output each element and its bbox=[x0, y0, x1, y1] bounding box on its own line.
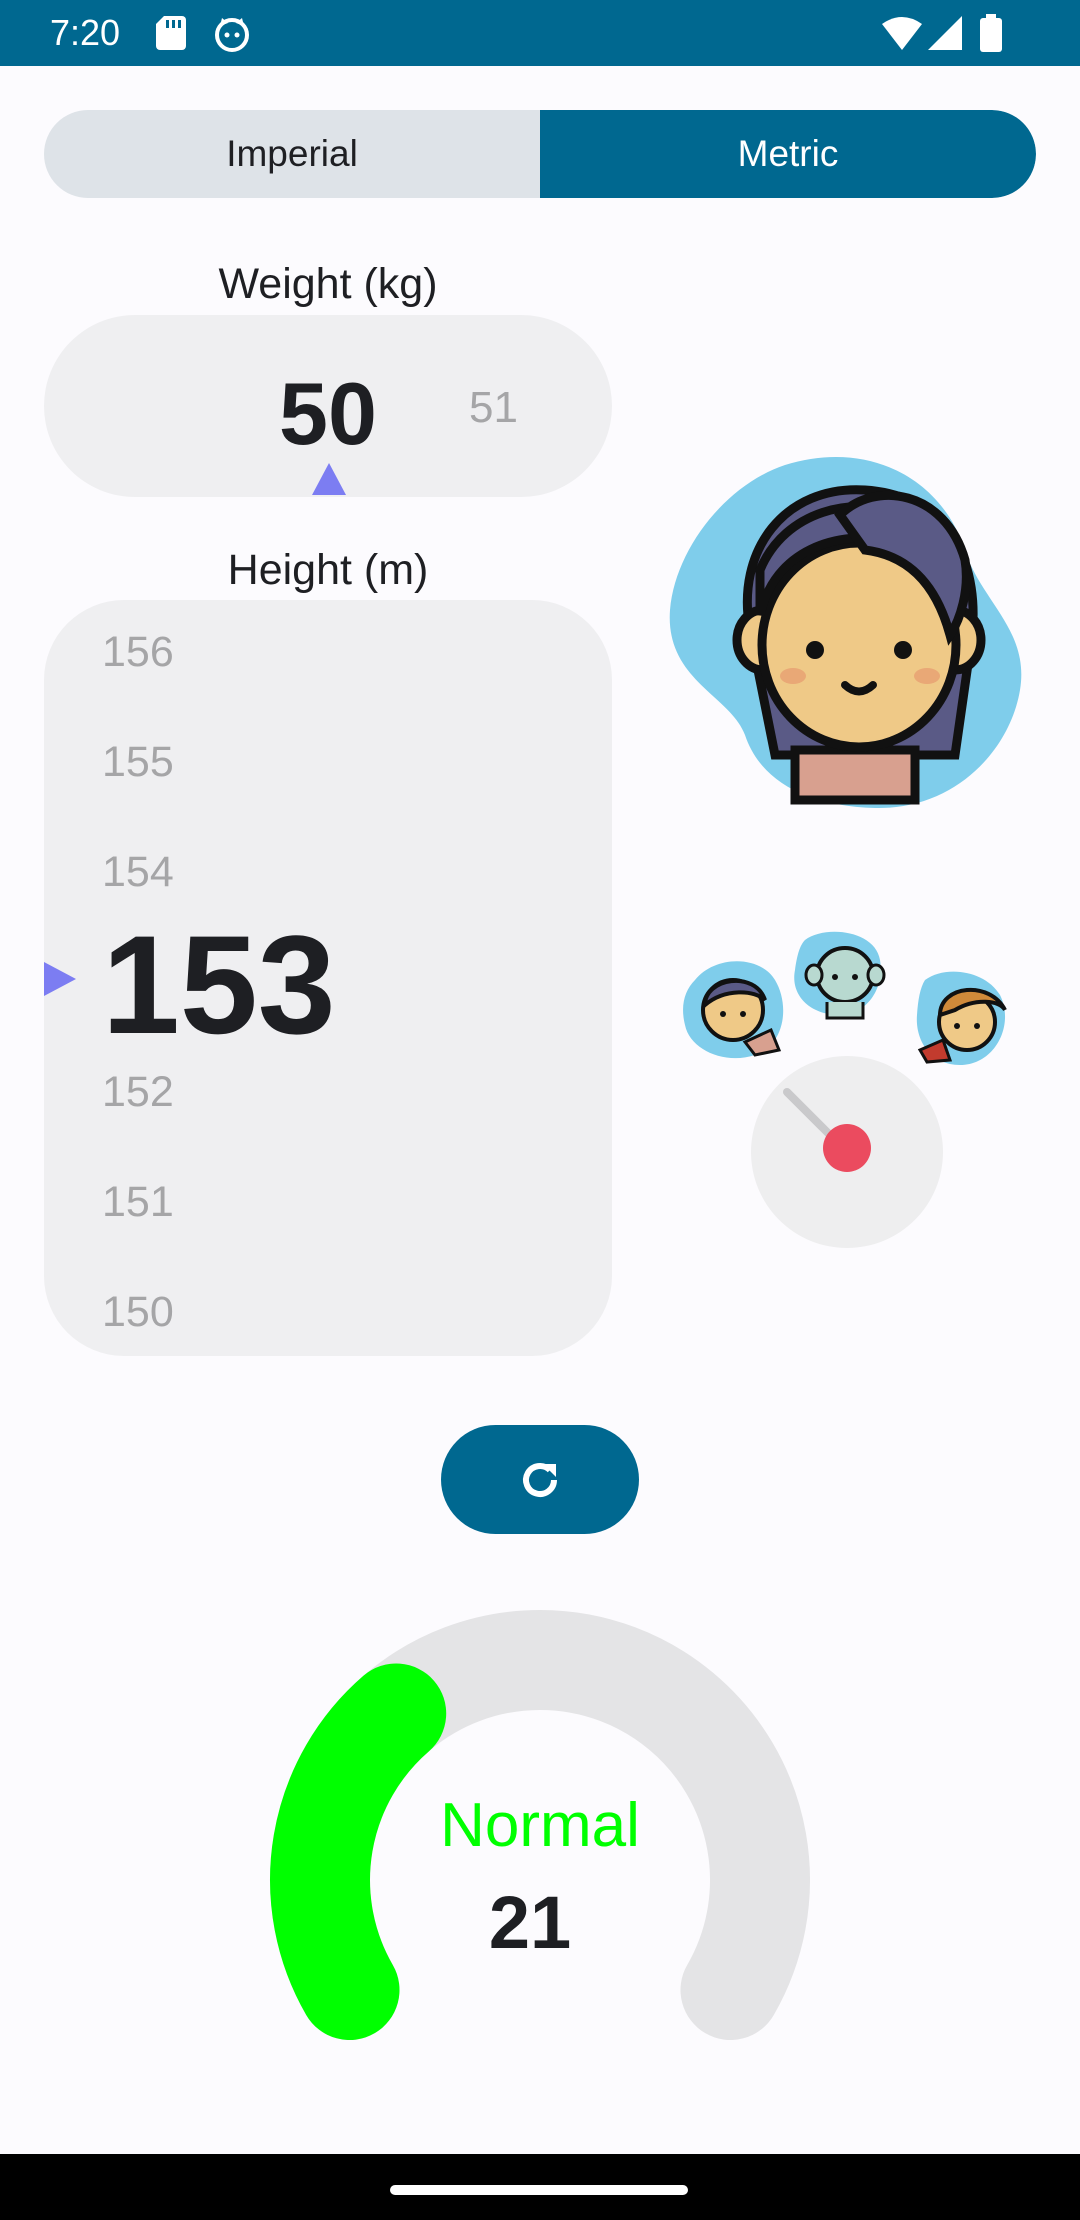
status-time: 7:20 bbox=[50, 12, 121, 53]
height-value-above: 154 bbox=[102, 848, 174, 896]
weight-pointer-icon bbox=[312, 463, 346, 495]
height-pointer-icon bbox=[44, 962, 76, 996]
wifi-icon bbox=[882, 17, 922, 50]
height-value-above: 155 bbox=[102, 738, 174, 786]
home-handle[interactable] bbox=[390, 2185, 688, 2195]
height-value-below: 150 bbox=[102, 1288, 174, 1336]
refresh-button[interactable] bbox=[441, 1425, 639, 1534]
imperial-tab[interactable]: Imperial bbox=[44, 110, 540, 198]
height-current-value: 153 bbox=[102, 906, 336, 1063]
bmi-value: 21 bbox=[488, 1881, 572, 1964]
refresh-icon bbox=[523, 1462, 557, 1497]
girl-avatar-illustration bbox=[669, 456, 1022, 809]
weight-label: Weight (kg) bbox=[218, 260, 438, 308]
sd-card-icon bbox=[156, 16, 186, 50]
unit-toggle: Imperial Metric bbox=[44, 110, 1036, 198]
avatar-selector-illustration bbox=[683, 931, 1007, 1248]
weight-current-value: 50 bbox=[279, 364, 377, 463]
battery-icon bbox=[980, 14, 1002, 52]
signal-icon bbox=[928, 16, 962, 50]
height-value-above: 156 bbox=[102, 628, 174, 676]
height-picker[interactable]: 156 155 154 153 152 151 150 bbox=[44, 600, 612, 1356]
weight-picker[interactable]: 50 51 bbox=[44, 315, 612, 497]
height-label: Height (m) bbox=[227, 546, 429, 594]
metric-tab[interactable]: Metric bbox=[540, 110, 1036, 198]
height-value-below: 151 bbox=[102, 1178, 174, 1226]
height-value-below: 152 bbox=[102, 1068, 174, 1116]
weight-next-value: 51 bbox=[469, 383, 518, 432]
cat-face-icon bbox=[215, 18, 249, 52]
bmi-status: Normal bbox=[440, 1791, 640, 1860]
